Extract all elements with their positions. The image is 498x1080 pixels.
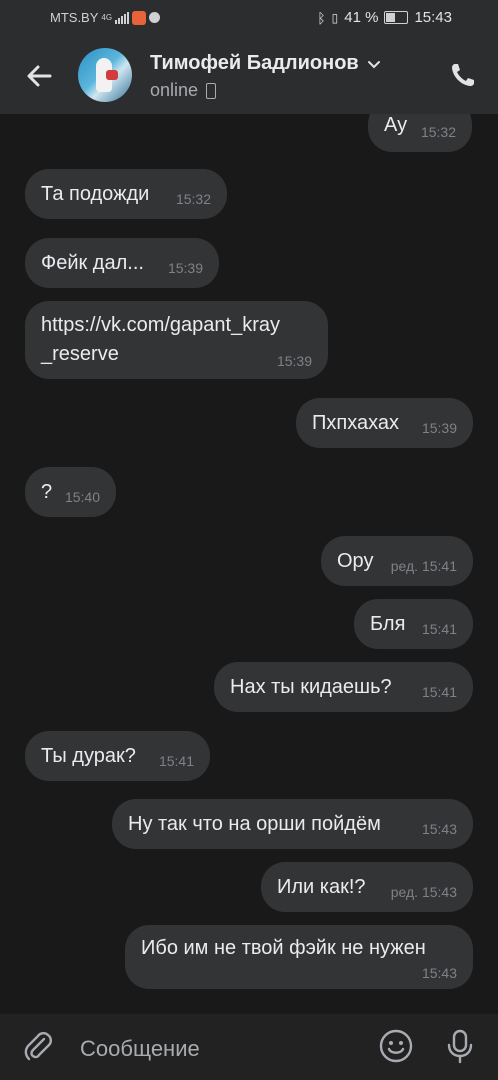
- contact-name-label: Тимофей Бадлионов: [150, 52, 359, 74]
- status-left: MTS.BY 4G: [50, 10, 161, 25]
- signal-icon: [115, 11, 130, 24]
- message-text: Фейк дал...: [41, 252, 144, 274]
- message-bubble-outgoing[interactable]: Или как!? ред. 15:43: [261, 862, 473, 912]
- message-time: ред. 15:43: [391, 884, 457, 900]
- edited-label: ред.: [390, 558, 419, 574]
- message-bubble-incoming-link[interactable]: https://vk.com/gapant_kray _reserve 15:3…: [25, 301, 328, 379]
- message-bubble-incoming[interactable]: Ты дурак? 15:41: [25, 731, 210, 781]
- message-text: Ну так что на орши пойдём: [128, 813, 381, 835]
- message-time: 15:32: [175, 191, 211, 207]
- message-link-continuation[interactable]: _reserve: [41, 343, 119, 366]
- message-time-value: 15:43: [421, 884, 457, 900]
- message-text: ?: [41, 481, 53, 503]
- composer-bar: Сообщение: [0, 1014, 498, 1080]
- message-bubble-outgoing[interactable]: Пхпхахах 15:39: [296, 398, 473, 448]
- app-notification-icon: [132, 10, 147, 25]
- message-time: 15:43: [421, 965, 457, 981]
- back-arrow-icon[interactable]: [20, 56, 60, 96]
- avatar[interactable]: [78, 48, 132, 102]
- message-input[interactable]: Сообщение: [80, 1036, 200, 1062]
- message-text: Ибо им не твой фэйк не нужен: [141, 937, 426, 959]
- battery-icon: [384, 11, 409, 24]
- message-time: 15:39: [276, 353, 312, 369]
- message-bubble-outgoing[interactable]: Ау 15:32: [368, 114, 472, 152]
- online-status-label: online: [150, 80, 199, 100]
- chat-header: Тимофей Бадлионов online: [0, 36, 498, 114]
- message-text: Та подожди: [41, 183, 150, 205]
- avatar-figure-detail: [106, 70, 118, 80]
- status-right: ᛒ ▯ 41 % 15:43: [317, 9, 452, 26]
- message-bubble-outgoing[interactable]: Ору ред. 15:41: [321, 536, 473, 586]
- message-bubble-outgoing[interactable]: Бля 15:41: [354, 599, 473, 649]
- message-text: Ору: [337, 550, 374, 572]
- chevron-down-icon[interactable]: [367, 59, 381, 69]
- message-time: 15:39: [421, 420, 457, 436]
- vibrate-icon: ▯: [331, 10, 339, 25]
- message-text: Нах ты кидаешь?: [230, 676, 392, 698]
- message-bubble-incoming[interactable]: Фейк дал... 15:39: [25, 238, 219, 288]
- message-text: Ау: [384, 114, 408, 136]
- mobile-device-icon: [206, 82, 217, 99]
- message-time: 15:43: [421, 821, 457, 837]
- edited-label: ред.: [390, 884, 419, 900]
- contact-name[interactable]: Тимофей Бадлионов: [150, 52, 381, 75]
- bluetooth-icon: ᛒ: [317, 9, 326, 26]
- message-time: 15:40: [64, 489, 100, 505]
- carrier-label: MTS.BY: [50, 10, 99, 25]
- message-time: 15:39: [167, 260, 203, 276]
- message-time: 15:41: [421, 684, 457, 700]
- phone-icon[interactable]: [448, 60, 478, 90]
- message-bubble-outgoing[interactable]: Нах ты кидаешь? 15:41: [214, 662, 473, 712]
- message-bubble-incoming[interactable]: ? 15:40: [25, 467, 116, 517]
- message-link[interactable]: https://vk.com/gapant_kray: [41, 314, 280, 337]
- message-time: 15:41: [158, 753, 194, 769]
- clock: 15:43: [414, 9, 452, 26]
- message-list[interactable]: Ау 15:32 Та подожди 15:32 Фейк дал... 15…: [0, 114, 498, 1014]
- status-bar: MTS.BY 4G ᛒ ▯ 41 % 15:43: [0, 0, 498, 36]
- smile-icon[interactable]: [378, 1028, 414, 1064]
- message-text: Пхпхахах: [312, 412, 400, 434]
- message-text: Ты дурак?: [41, 745, 136, 767]
- message-time-value: 15:41: [421, 558, 457, 574]
- network-type-label: 4G: [101, 13, 113, 22]
- message-bubble-outgoing[interactable]: Ну так что на орши пойдём 15:43: [112, 799, 473, 849]
- message-text: Или как!?: [277, 876, 366, 898]
- message-bubble-incoming[interactable]: Та подожди 15:32: [25, 169, 227, 219]
- message-bubble-outgoing[interactable]: Ибо им не твой фэйк не нужен 15:43: [125, 925, 473, 989]
- microphone-icon[interactable]: [442, 1028, 478, 1064]
- paperclip-icon[interactable]: [22, 1030, 54, 1064]
- contact-status: online: [150, 80, 217, 101]
- message-notification-icon: [149, 12, 161, 23]
- battery-percent: 41 %: [344, 9, 379, 26]
- message-text: Бля: [370, 613, 406, 635]
- message-time: 15:32: [420, 124, 456, 140]
- message-time: ред. 15:41: [391, 558, 457, 574]
- message-time: 15:41: [421, 621, 457, 637]
